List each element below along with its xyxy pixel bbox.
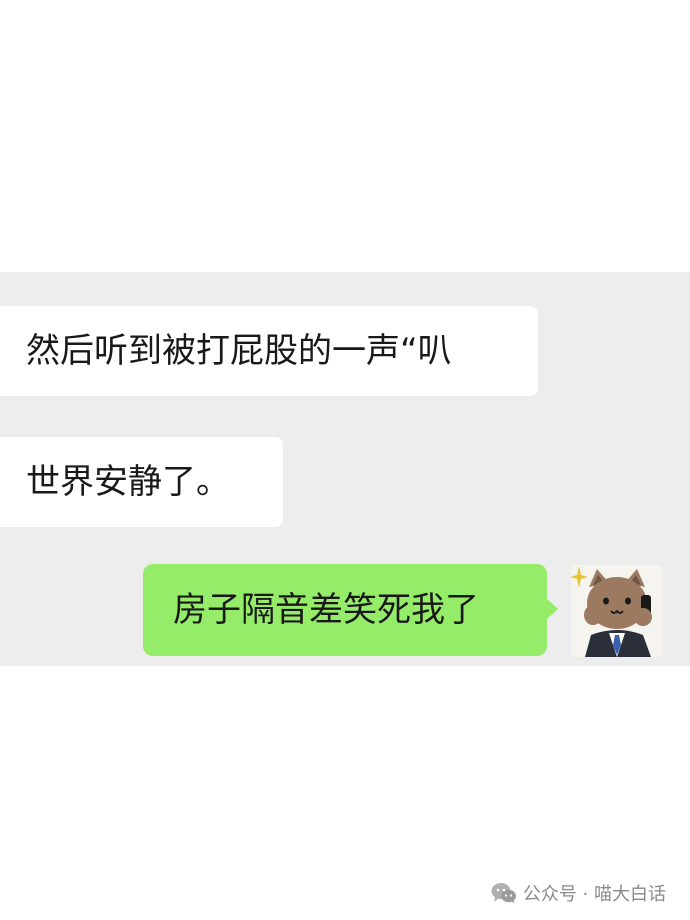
incoming-message-bubble[interactable]: 然后听到被打屁股的一声“叭 xyxy=(0,306,538,396)
watermark: 公众号 · 喵大白话 xyxy=(491,880,666,906)
bubble-tail xyxy=(546,598,558,620)
watermark-text: 公众号 · 喵大白话 xyxy=(522,884,666,905)
incoming-message-bubble[interactable]: 世界安静了。 xyxy=(0,437,283,527)
message-text: 房子隔音差笑死我了 xyxy=(173,590,479,630)
sparkle-icon xyxy=(570,566,588,588)
wechat-icon xyxy=(491,883,516,903)
message-text: 世界安静了。 xyxy=(26,462,230,502)
message-text: 然后听到被打屁股的一声“叭 xyxy=(26,331,452,371)
outgoing-message-bubble[interactable]: 房子隔音差笑死我了 xyxy=(143,564,558,656)
